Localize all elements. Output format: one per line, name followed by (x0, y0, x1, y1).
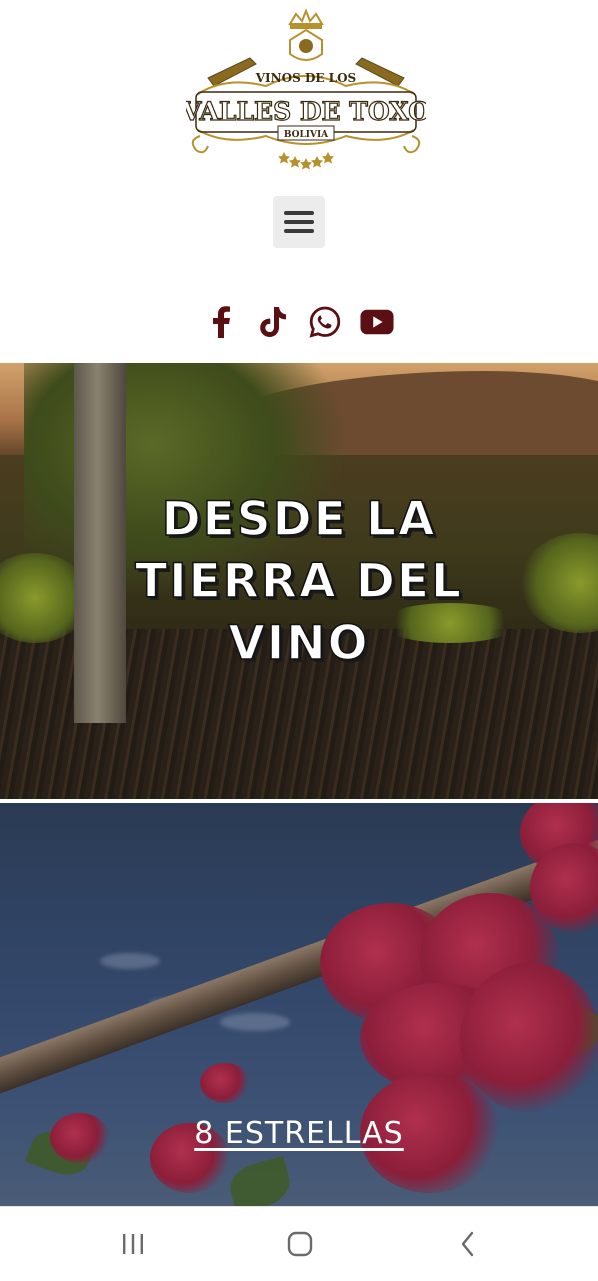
youtube-icon (360, 309, 394, 335)
banner-estrellas[interactable]: 8 ESTRELLAS (0, 803, 598, 1206)
hero-title-line2: TIERRA DEL (134, 553, 463, 610)
hamburger-icon (284, 211, 314, 215)
hero-title-line1: DESDE LA (161, 491, 437, 548)
tiktok-icon (260, 307, 286, 337)
social-links (0, 300, 598, 344)
logo-line1: VINOS DE LOS (255, 71, 356, 85)
estrellas-link[interactable]: 8 ESTRELLAS (0, 1116, 598, 1151)
whatsapp-link[interactable] (308, 305, 342, 339)
home-button[interactable] (280, 1227, 320, 1261)
facebook-icon (213, 306, 230, 338)
recent-apps-button[interactable] (113, 1227, 153, 1261)
home-icon (287, 1231, 313, 1257)
system-navigation-bar (0, 1206, 598, 1281)
hero-vineyard: DESDE LA TIERRA DEL VINO (0, 363, 598, 799)
logo-line2: VALLES DE TOXO (186, 97, 426, 126)
back-icon (461, 1231, 474, 1257)
youtube-link[interactable] (360, 305, 394, 339)
hero-title-line3: VINO (228, 615, 370, 672)
tiktok-link[interactable] (256, 305, 290, 339)
whatsapp-icon (309, 306, 341, 338)
recent-apps-icon (123, 1234, 143, 1254)
facebook-link[interactable] (204, 305, 238, 339)
hero-title: DESDE LA TIERRA DEL VINO (0, 489, 598, 675)
logo-line3: BOLIVIA (284, 130, 329, 140)
site-header: VINOS DE LOS VALLES DE TOXO BOLIVIA (0, 0, 598, 363)
back-button[interactable] (448, 1227, 488, 1261)
menu-toggle-button[interactable] (273, 196, 325, 248)
brand-logo[interactable]: VINOS DE LOS VALLES DE TOXO BOLIVIA (186, 6, 426, 174)
